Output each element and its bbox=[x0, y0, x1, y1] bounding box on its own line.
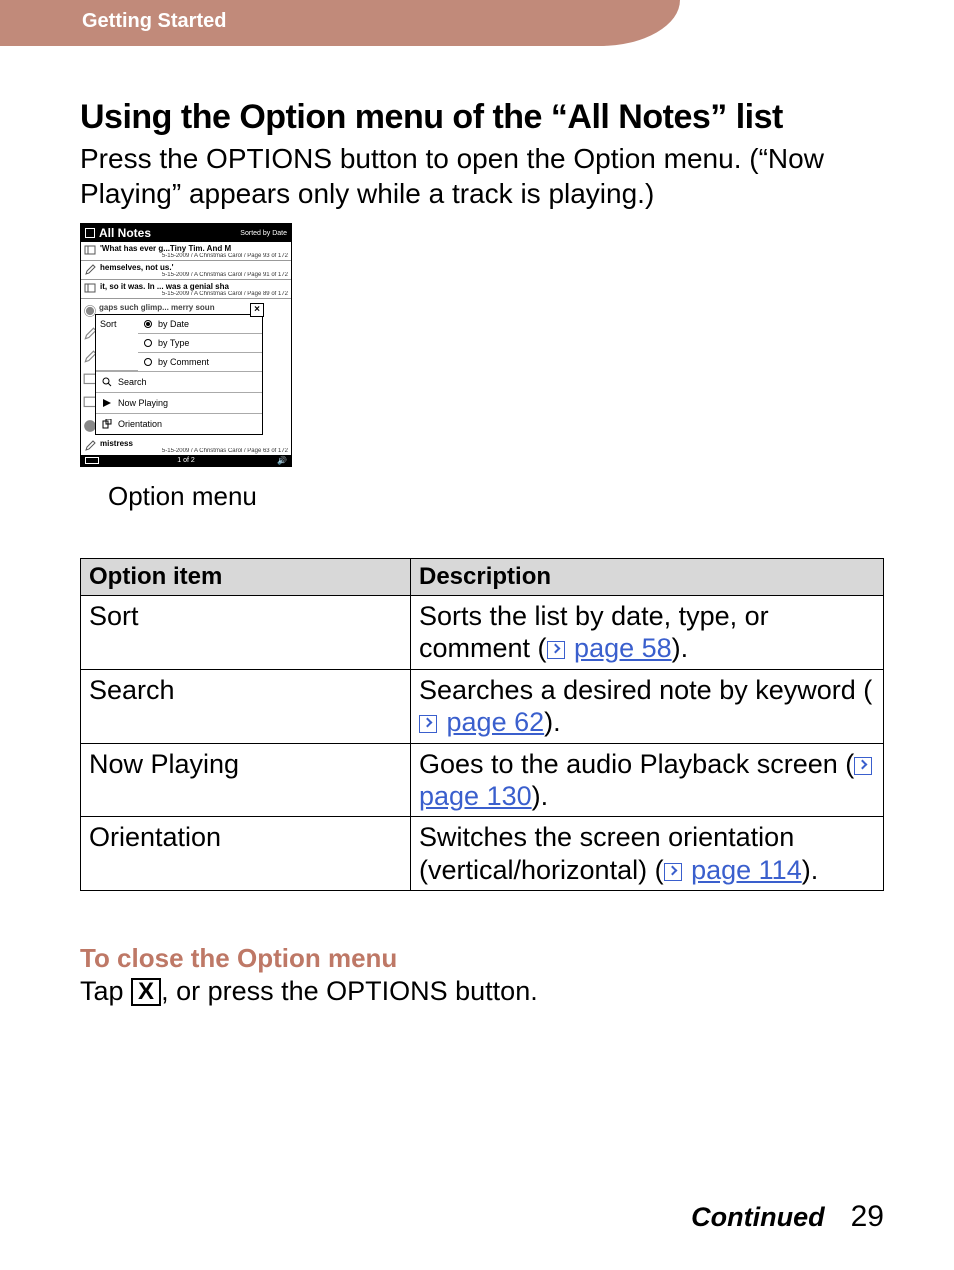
page-link[interactable]: page 62 bbox=[447, 707, 545, 737]
close-icon[interactable]: × bbox=[250, 303, 264, 317]
menu-orientation[interactable]: Orientation bbox=[96, 413, 262, 434]
section-header-label: Getting Started bbox=[82, 10, 226, 33]
orientation-icon bbox=[102, 419, 112, 429]
sort-by-type[interactable]: by Type bbox=[138, 334, 262, 353]
page-link[interactable]: page 58 bbox=[574, 633, 672, 663]
page-link[interactable]: page 130 bbox=[419, 781, 532, 811]
table-header-desc: Description bbox=[411, 559, 884, 596]
page-footer: Continued 29 bbox=[691, 1200, 884, 1234]
sorted-by-label: Sorted by Date bbox=[240, 230, 287, 237]
list-item: hemselves, not us.'5-15-2009 / A Christm… bbox=[81, 261, 291, 280]
table-row: Sort Sorts the list by date, type, or co… bbox=[81, 596, 884, 670]
screenshot-caption: Option menu bbox=[108, 481, 884, 512]
pencil-icon bbox=[84, 440, 96, 452]
page-ref-icon bbox=[664, 863, 682, 881]
option-menu-screenshot: All Notes Sorted by Date 'What has ever … bbox=[80, 223, 292, 467]
page-ref-icon bbox=[419, 715, 437, 733]
play-icon bbox=[102, 398, 112, 408]
option-popup: × Sort by Date by Type by Comment Search… bbox=[95, 314, 263, 435]
page-ref-icon bbox=[547, 641, 565, 659]
list-item: it, so it was. In ... was a genial sha5-… bbox=[81, 280, 291, 299]
sort-by-comment[interactable]: by Comment bbox=[138, 353, 262, 371]
search-icon bbox=[102, 377, 112, 387]
page-number: 29 bbox=[851, 1200, 884, 1234]
page-title: Using the Option menu of the “All Notes”… bbox=[80, 98, 884, 137]
list-item: 'What has ever g...Tiny Tim. And M5-15-2… bbox=[81, 242, 291, 261]
section-header: Getting Started bbox=[0, 0, 690, 46]
table-row: Orientation Switches the screen orientat… bbox=[81, 817, 884, 891]
bookmark-icon bbox=[84, 245, 96, 257]
close-instruction: Tap X, or press the OPTIONS button. bbox=[80, 976, 884, 1007]
intro-text: Press the OPTIONS button to open the Opt… bbox=[80, 141, 884, 211]
table-row: Now Playing Goes to the audio Playback s… bbox=[81, 743, 884, 817]
screenshot-title: All Notes bbox=[99, 226, 151, 240]
sort-label: Sort bbox=[96, 315, 138, 371]
speaker-icon: 🔊 bbox=[277, 456, 287, 465]
list-item: mistress5-15-2009 / A Christmas Carol / … bbox=[81, 437, 291, 455]
options-table: Option item Description Sort Sorts the l… bbox=[80, 558, 884, 891]
menu-now-playing[interactable]: Now Playing bbox=[96, 392, 262, 413]
bookmark-icon bbox=[84, 283, 96, 295]
close-heading: To close the Option menu bbox=[80, 943, 884, 974]
radio-selected-icon bbox=[144, 320, 152, 328]
table-row: Search Searches a desired note by keywor… bbox=[81, 669, 884, 743]
x-icon: X bbox=[131, 978, 161, 1006]
page-ref-icon bbox=[854, 757, 872, 775]
radio-icon bbox=[144, 358, 152, 366]
page-link[interactable]: page 114 bbox=[691, 855, 802, 885]
page-indicator: 1 of 2 bbox=[177, 457, 195, 464]
pencil-icon bbox=[84, 264, 96, 276]
battery-icon bbox=[85, 457, 99, 464]
continued-label: Continued bbox=[691, 1202, 824, 1233]
sort-by-date[interactable]: by Date bbox=[138, 315, 262, 334]
table-header-item: Option item bbox=[81, 559, 411, 596]
menu-search[interactable]: Search bbox=[96, 371, 262, 392]
radio-icon bbox=[144, 339, 152, 347]
back-icon bbox=[85, 228, 95, 238]
